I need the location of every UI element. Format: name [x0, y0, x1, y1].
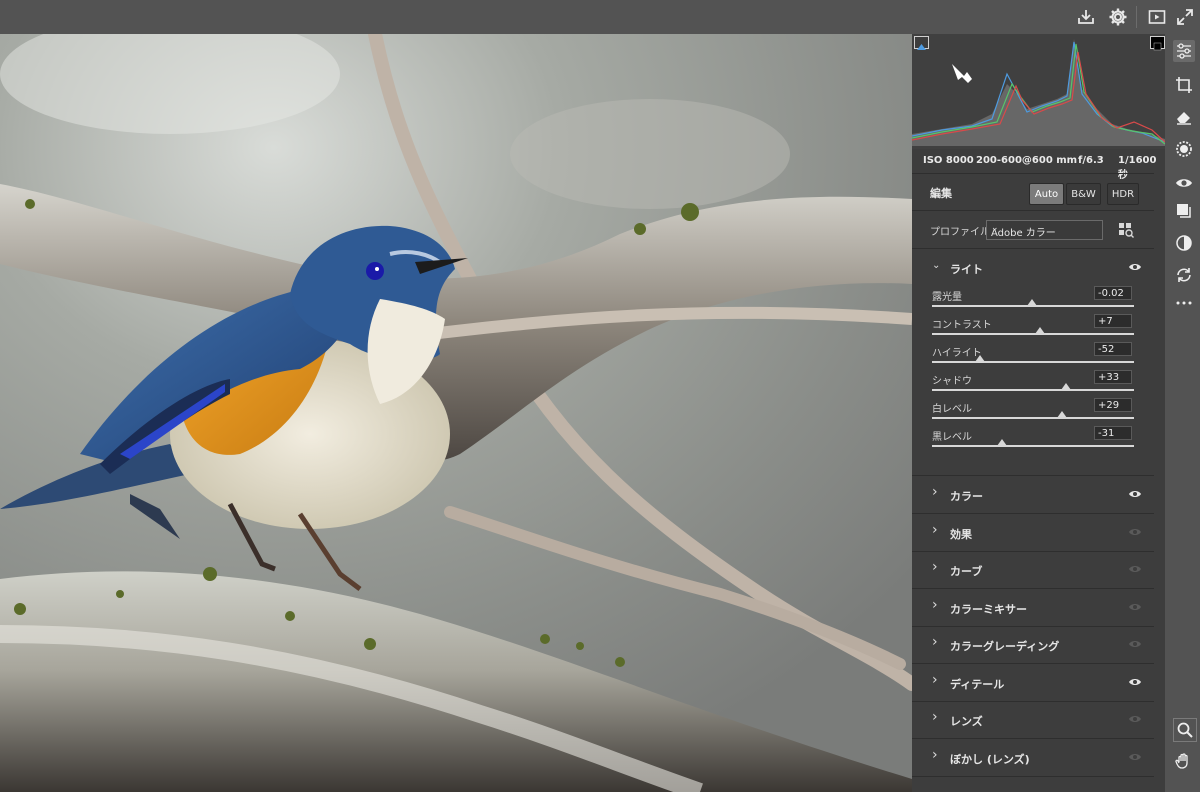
chevron-right-icon: ›: [932, 709, 938, 725]
bird-photo: [0, 34, 912, 792]
toolbar-divider: [1136, 6, 1137, 28]
slider-track[interactable]: [932, 417, 1134, 419]
section-header[interactable]: › カラーグレーディング: [912, 626, 1154, 664]
section-title: 効果: [950, 527, 972, 541]
light-section: ⌄ ライト 露光量 -0.02 コントラスト +7 ハイライト -52 シャドウ +33 白レベ…: [912, 249, 1154, 476]
chevron-right-icon: ›: [932, 559, 938, 575]
slider-label: 黒レベル: [932, 432, 972, 443]
slider-thumb[interactable]: [1035, 327, 1046, 334]
section-header[interactable]: › カラーミキサー: [912, 589, 1154, 627]
slider-label: シャドウ: [932, 376, 972, 387]
section-title: カラーミキサー: [950, 602, 1027, 616]
zoom-icon[interactable]: [1173, 718, 1197, 742]
mask-icon[interactable]: [1173, 138, 1195, 160]
slider-value-field[interactable]: -0.02: [1094, 286, 1132, 300]
profile-browser-icon[interactable]: [1118, 222, 1134, 238]
eye-icon[interactable]: [1128, 563, 1142, 575]
chevron-right-icon: ›: [932, 521, 938, 538]
section-title: カラーグレーディング: [950, 640, 1060, 653]
light-section-header[interactable]: ⌄ ライト: [912, 249, 1154, 286]
chevron-right-icon: ›: [932, 746, 938, 763]
eye-icon[interactable]: [1128, 638, 1142, 650]
slider-track[interactable]: [932, 333, 1134, 335]
slider-track[interactable]: [932, 389, 1134, 391]
section-header[interactable]: › カーブ: [912, 551, 1154, 589]
section-title: カーブ: [950, 565, 983, 578]
slider-track[interactable]: [932, 361, 1134, 363]
profile-row: プロファイル Adobe カラー ⌄: [912, 210, 1154, 249]
more-icon[interactable]: [1173, 292, 1195, 314]
chevron-right-icon: ›: [932, 484, 938, 500]
slider-value-field[interactable]: -52: [1094, 342, 1132, 356]
slider-thumb[interactable]: [996, 439, 1007, 446]
exif-iso: ISO 8000: [923, 155, 974, 166]
chevron-right-icon: ›: [932, 671, 938, 688]
adjust-icon[interactable]: [1173, 232, 1195, 254]
tool-strip: [1166, 34, 1200, 792]
eye-icon[interactable]: [1128, 676, 1142, 688]
section-header[interactable]: › カラー: [912, 476, 1154, 514]
edit-title: 編集: [930, 187, 952, 200]
slider-label: 白レベル: [932, 404, 972, 415]
light-section-title: ライト: [950, 263, 983, 276]
histogram-graph: [912, 39, 1165, 146]
section-header[interactable]: › ディテール: [912, 664, 1154, 702]
histogram: [912, 34, 1165, 150]
eye-icon[interactable]: [1128, 751, 1142, 763]
redeye-icon[interactable]: [1173, 172, 1195, 194]
slider-thumb[interactable]: [1057, 411, 1068, 418]
exif-info: ISO 8000 200-600@600 mm f/6.3 1/1600 秒: [912, 149, 1165, 181]
slider-thumb[interactable]: [1061, 383, 1072, 390]
snapshots-icon[interactable]: [1173, 264, 1195, 286]
slider-track[interactable]: [932, 445, 1134, 447]
eye-icon[interactable]: [1128, 261, 1142, 273]
slider-value-field[interactable]: +29: [1094, 398, 1132, 412]
profile-label: プロファイル: [930, 227, 990, 238]
section-header[interactable]: › レンズ: [912, 701, 1154, 739]
expand-icon[interactable]: [1173, 5, 1197, 29]
eye-icon[interactable]: [1128, 601, 1142, 613]
slider-value-field[interactable]: -31: [1094, 426, 1132, 440]
slider-label: コントラスト: [932, 320, 992, 331]
exif-lens: 200-600@600 mm: [976, 155, 1078, 166]
profile-select[interactable]: Adobe カラー ⌄: [986, 220, 1103, 240]
top-toolbar: [0, 0, 1200, 34]
edit-sliders-icon[interactable]: [1173, 40, 1195, 62]
slider-value-field[interactable]: +7: [1094, 314, 1132, 328]
bw-button[interactable]: B&W: [1066, 183, 1101, 205]
eraser-icon[interactable]: [1173, 106, 1195, 128]
eye-icon[interactable]: [1128, 526, 1142, 538]
edit-panel: ISO 8000 200-600@600 mm f/6.3 1/1600 秒 編…: [912, 34, 1165, 792]
chevron-down-icon: ⌄: [991, 223, 999, 233]
gear-icon[interactable]: [1106, 5, 1130, 29]
chevron-right-icon: ›: [932, 634, 938, 650]
slider-label: 露光量: [932, 292, 962, 303]
section-header[interactable]: › ぼかし (レンズ): [912, 739, 1154, 777]
exif-aperture: f/6.3: [1078, 155, 1104, 166]
save-icon[interactable]: [1074, 5, 1098, 29]
chevron-right-icon: ›: [932, 596, 938, 613]
hdr-button[interactable]: HDR: [1107, 183, 1139, 205]
hand-icon[interactable]: [1173, 750, 1195, 772]
section-title: ディテール: [950, 677, 1005, 691]
section-title: レンズ: [950, 715, 983, 728]
slider-thumb[interactable]: [1026, 299, 1037, 306]
section-title: カラー: [950, 490, 983, 503]
slider-value-field[interactable]: +33: [1094, 370, 1132, 384]
presets-icon[interactable]: [1173, 200, 1195, 222]
eye-icon[interactable]: [1128, 488, 1142, 500]
cursor-icon: [952, 64, 972, 83]
eye-icon[interactable]: [1128, 713, 1142, 725]
edit-mode-row: 編集 Auto B&W HDR: [912, 173, 1154, 211]
slider-thumb[interactable]: [975, 355, 986, 362]
auto-button[interactable]: Auto: [1029, 183, 1064, 205]
photo-canvas[interactable]: [0, 34, 912, 792]
crop-icon[interactable]: [1173, 74, 1195, 96]
section-title: ぼかし (レンズ): [950, 752, 1030, 766]
slider-label: ハイライト: [932, 348, 982, 359]
chevron-down-icon: ⌄: [932, 260, 941, 271]
fullscreen-preview-icon[interactable]: [1145, 5, 1169, 29]
section-header[interactable]: › 効果: [912, 514, 1154, 552]
